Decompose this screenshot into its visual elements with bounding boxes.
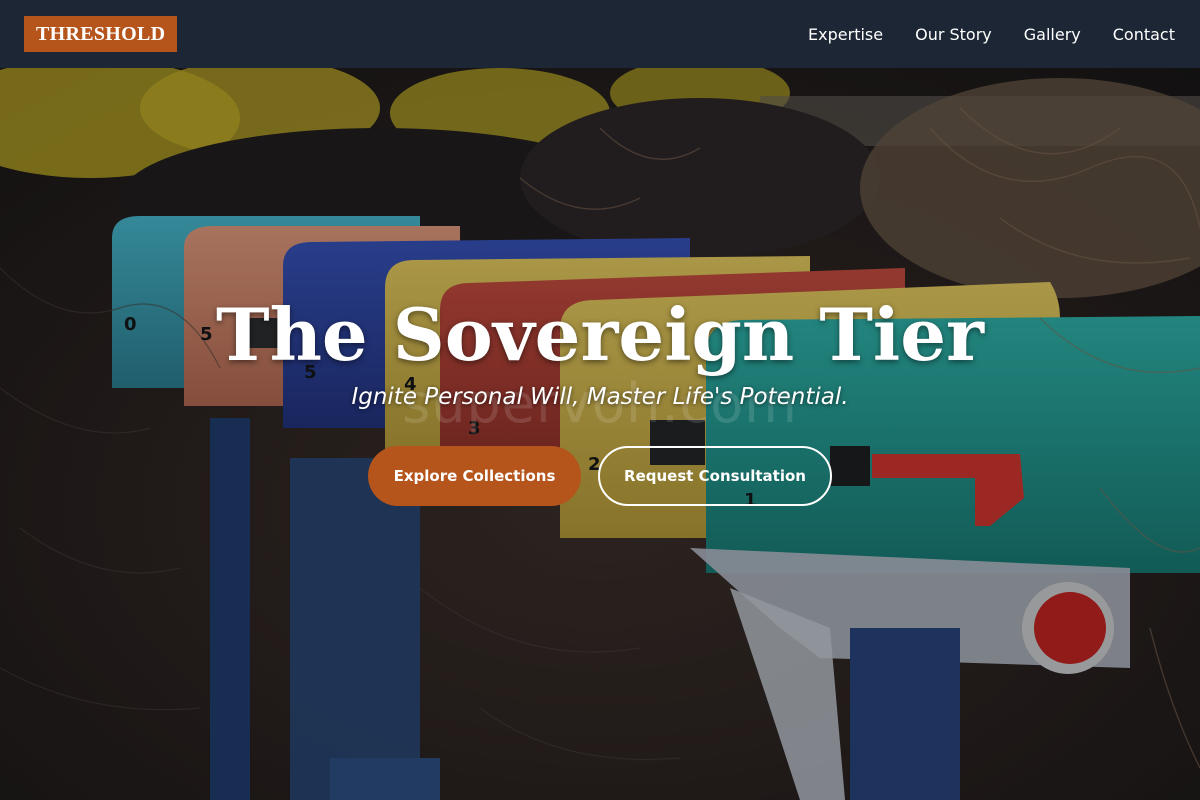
hero-subtitle: Ignite Personal Will, Master Life's Pote…	[351, 384, 849, 410]
nav-link-our-story[interactable]: Our Story	[915, 25, 992, 44]
hero-title: The Sovereign Tier	[216, 292, 984, 377]
main-nav: Expertise Our Story Gallery Contact	[808, 0, 1175, 68]
nav-link-gallery[interactable]: Gallery	[1024, 25, 1081, 44]
site-header: THRESHOLD Expertise Our Story Gallery Co…	[0, 0, 1200, 68]
nav-link-contact[interactable]: Contact	[1113, 25, 1175, 44]
page: THRESHOLD Expertise Our Story Gallery Co…	[0, 0, 1200, 800]
nav-link-expertise[interactable]: Expertise	[808, 25, 883, 44]
request-consultation-button[interactable]: Request Consultation	[598, 446, 832, 506]
hero-section: 0 5 5 4 3 2 1 supervoh.com The Sovereign…	[0, 68, 1200, 800]
brand-logo[interactable]: THRESHOLD	[24, 16, 178, 52]
explore-collections-button[interactable]: Explore Collections	[368, 446, 581, 506]
